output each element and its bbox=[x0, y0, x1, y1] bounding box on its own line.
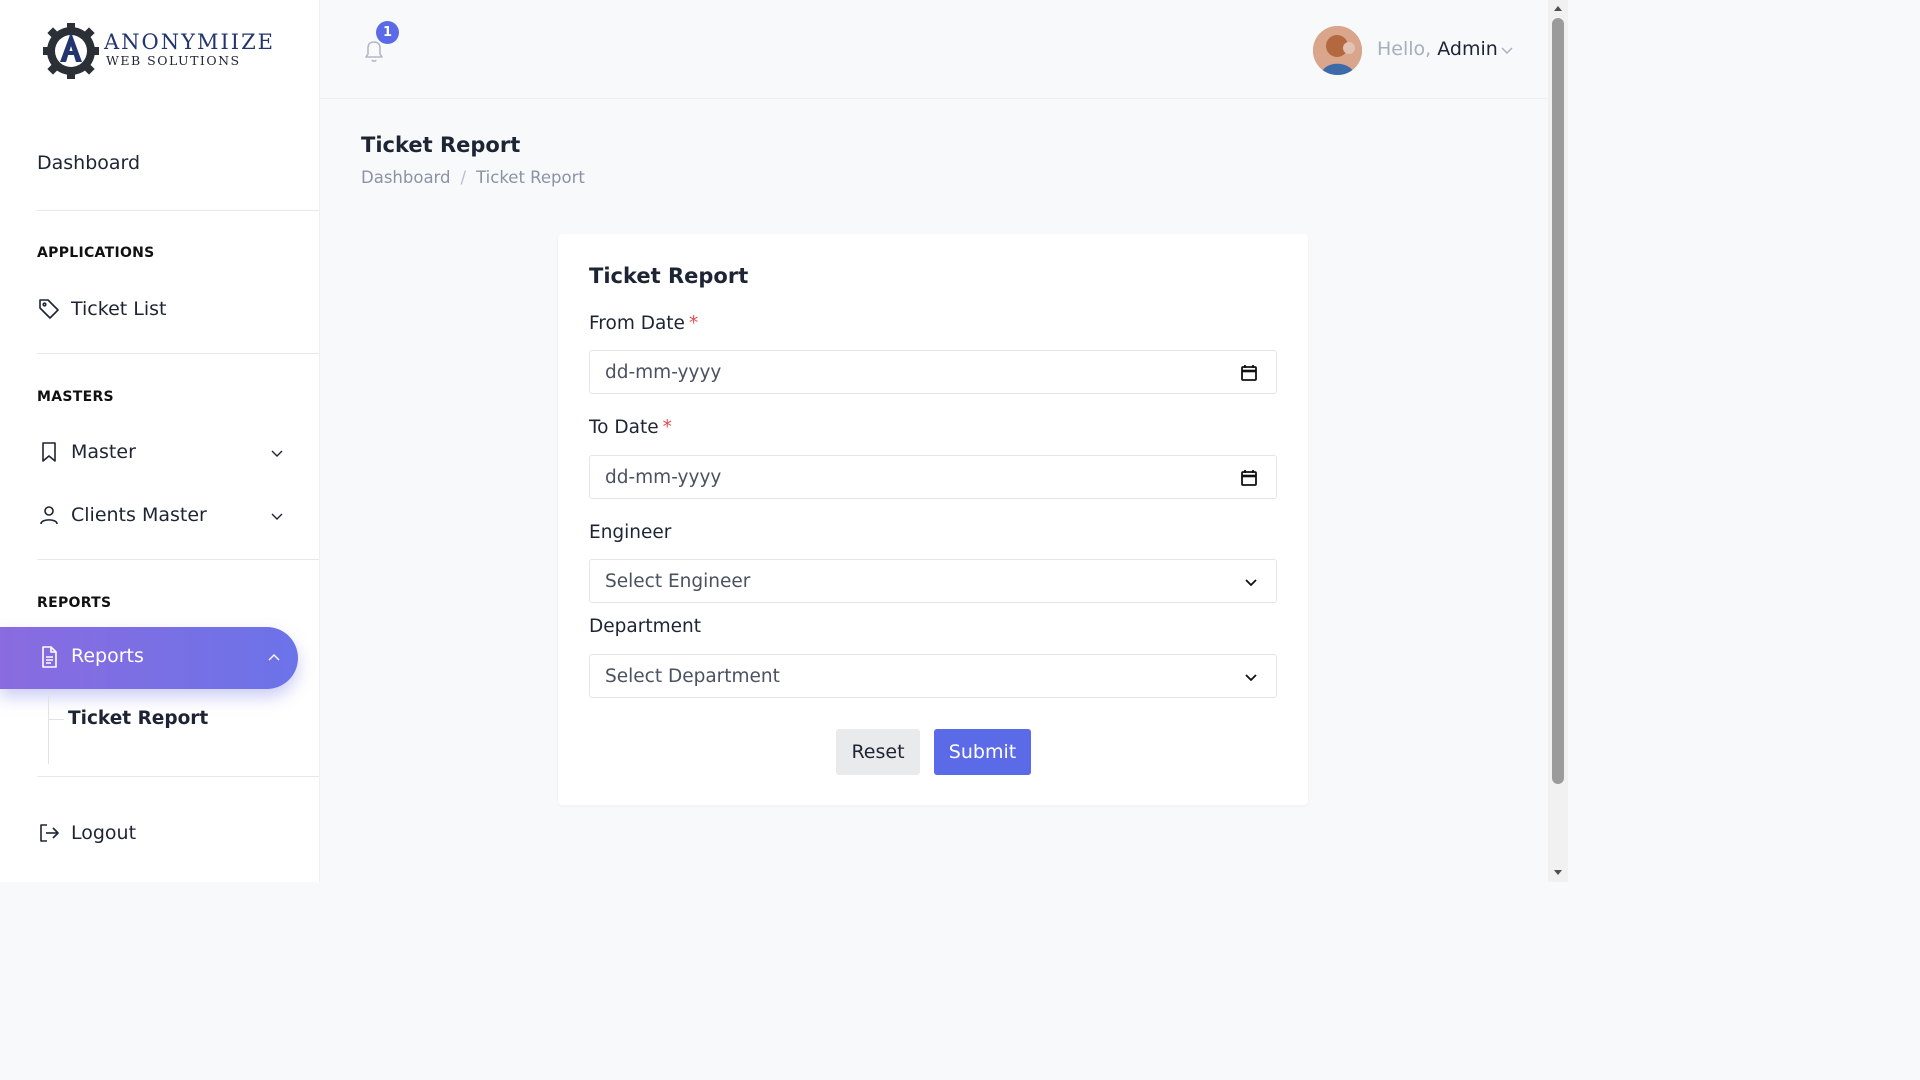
chevron-down-icon bbox=[1245, 674, 1257, 682]
to-date-placeholder: dd-mm-yyyy bbox=[605, 467, 722, 488]
sidebar-item-logout[interactable]: Logout bbox=[37, 818, 287, 848]
from-date-label-text: From Date bbox=[589, 313, 685, 334]
breadcrumb-separator: / bbox=[460, 168, 467, 187]
breadcrumb-current: Ticket Report bbox=[476, 168, 585, 187]
chevron-down-icon[interactable] bbox=[1499, 42, 1515, 58]
sidebar-item-ticket-list[interactable]: Ticket List bbox=[37, 294, 287, 324]
top-header bbox=[320, 0, 1548, 99]
sidebar-item-dashboard[interactable]: Dashboard bbox=[37, 152, 140, 174]
avatar[interactable] bbox=[1313, 26, 1362, 75]
engineer-select[interactable]: Select Engineer bbox=[589, 559, 1277, 603]
from-date-field[interactable]: dd-mm-yyyy bbox=[589, 350, 1277, 394]
from-date-label: From Date * bbox=[589, 313, 698, 334]
reset-button[interactable]: Reset bbox=[836, 729, 920, 775]
logout-icon bbox=[37, 821, 61, 845]
divider bbox=[37, 210, 319, 211]
chevron-down-icon[interactable] bbox=[269, 445, 285, 461]
scroll-down-arrow-icon[interactable] bbox=[1553, 868, 1563, 878]
notification-badge: 1 bbox=[376, 21, 399, 44]
scroll-up-arrow-icon[interactable] bbox=[1553, 3, 1563, 13]
company-logo[interactable]: ANONYMIIZE WEB SOLUTIONS bbox=[40, 18, 290, 84]
section-title-reports: REPORTS bbox=[37, 595, 112, 611]
sidebar-item-label: Clients Master bbox=[71, 504, 207, 526]
user-name: Admin bbox=[1437, 38, 1498, 60]
user-icon bbox=[37, 503, 61, 527]
document-icon bbox=[42, 646, 57, 668]
engineer-label: Engineer bbox=[589, 522, 672, 543]
breadcrumb-link-dashboard[interactable]: Dashboard bbox=[361, 168, 451, 187]
user-greeting[interactable]: Hello, Admin bbox=[1377, 38, 1498, 60]
sidebar-item-label: Ticket List bbox=[71, 298, 167, 320]
submit-button[interactable]: Submit bbox=[934, 729, 1031, 775]
to-date-label: To Date * bbox=[589, 417, 672, 438]
brand-name: ANONYMIIZE bbox=[104, 30, 276, 54]
calendar-icon[interactable] bbox=[1239, 363, 1259, 383]
section-title-masters: MASTERS bbox=[37, 389, 114, 405]
department-selected-value: Select Department bbox=[605, 666, 780, 687]
divider bbox=[37, 776, 319, 777]
sidebar-subitem-ticket-report[interactable]: Ticket Report bbox=[68, 708, 208, 729]
page-title: Ticket Report bbox=[361, 133, 521, 157]
submenu-connector bbox=[48, 719, 64, 720]
sidebar-item-master[interactable]: Master bbox=[37, 437, 287, 467]
sidebar-item-reports[interactable]: Reports bbox=[0, 627, 298, 689]
to-date-field[interactable]: dd-mm-yyyy bbox=[589, 455, 1277, 499]
avatar-image bbox=[1313, 26, 1362, 75]
to-date-label-text: To Date bbox=[589, 417, 659, 438]
chevron-down-icon bbox=[1245, 579, 1257, 587]
brand-tagline: WEB SOLUTIONS bbox=[106, 53, 241, 68]
gear-logo-icon bbox=[43, 23, 99, 79]
required-mark: * bbox=[662, 417, 672, 438]
calendar-icon[interactable] bbox=[1239, 468, 1259, 488]
sidebar: ANONYMIIZE WEB SOLUTIONS Dashboard APPLI… bbox=[0, 0, 320, 882]
section-title-applications: APPLICATIONS bbox=[37, 245, 155, 261]
engineer-selected-value: Select Engineer bbox=[605, 571, 751, 592]
divider bbox=[37, 353, 319, 354]
bookmark-icon bbox=[37, 440, 61, 464]
card-title: Ticket Report bbox=[589, 264, 749, 288]
required-mark: * bbox=[688, 313, 699, 334]
department-select[interactable]: Select Department bbox=[589, 654, 1277, 698]
chevron-down-icon[interactable] bbox=[269, 508, 285, 524]
scrollbar-thumb[interactable] bbox=[1552, 18, 1564, 784]
sidebar-item-clients-master[interactable]: Clients Master bbox=[37, 500, 287, 530]
greeting-text: Hello, bbox=[1377, 38, 1432, 60]
submenu-line bbox=[48, 692, 49, 764]
chevron-up-icon[interactable] bbox=[266, 650, 282, 666]
sidebar-item-label: Master bbox=[71, 441, 136, 463]
from-date-placeholder: dd-mm-yyyy bbox=[605, 362, 722, 383]
tag-icon bbox=[37, 297, 61, 321]
breadcrumb: Dashboard / Ticket Report bbox=[361, 168, 585, 187]
divider bbox=[37, 559, 319, 560]
sidebar-item-label: Reports bbox=[71, 645, 144, 667]
sidebar-item-label: Logout bbox=[71, 822, 137, 844]
department-label: Department bbox=[589, 616, 701, 637]
